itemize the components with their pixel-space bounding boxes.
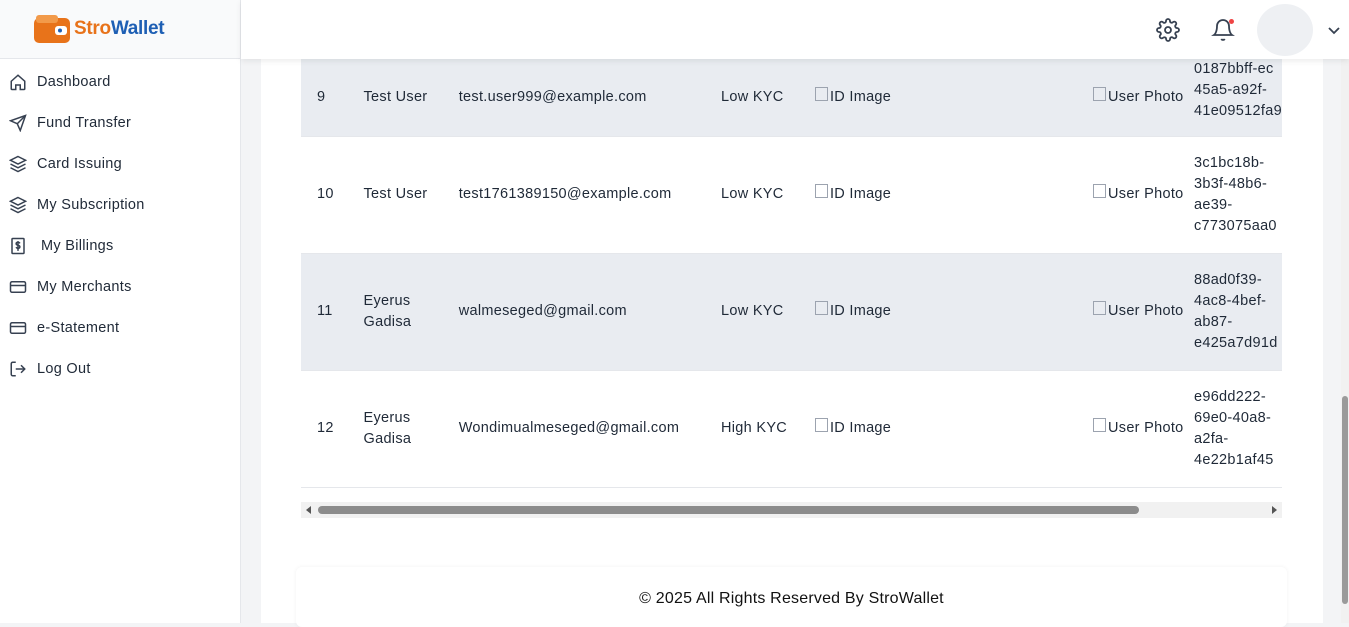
bell-icon[interactable] (1211, 18, 1235, 42)
cell-user-photo: User Photo (1093, 136, 1194, 253)
sidebar-item-label: e-Statement (37, 319, 120, 336)
sidebar-item-my-billings[interactable]: My Billings (0, 225, 240, 266)
cell-user-photo: User Photo (1093, 370, 1194, 487)
card-icon (8, 318, 28, 338)
sidebar-item-label: Log Out (37, 360, 91, 377)
horizontal-scrollbar[interactable] (301, 502, 1282, 518)
footer: © 2025 All Rights Reserved By StroWallet (296, 567, 1287, 627)
scrollbar-thumb[interactable] (318, 506, 1139, 514)
avatar[interactable] (1257, 3, 1313, 56)
cell-kyc: Low KYC (721, 88, 784, 105)
cell-kyc: Low KYC (721, 303, 784, 319)
card-icon (8, 277, 28, 297)
id-image-alt: ID Image (829, 186, 892, 202)
chevron-down-icon[interactable] (1327, 18, 1341, 42)
sidebar-item-log-out[interactable]: Log Out (0, 348, 240, 389)
cell-name: Eyerus Gadisa (363, 409, 412, 447)
broken-image-icon (1093, 301, 1108, 315)
send-icon (8, 113, 28, 133)
sidebar-item-label: Card Issuing (37, 155, 122, 172)
users-table-container[interactable]: 9 Test User test.user999@example.com Low… (301, 59, 1282, 499)
cell-uuid: 0187bbff-ec 45a5-a92f- 41e09512fa9 (1193, 61, 1282, 119)
cell-id-image: ID Image (814, 370, 1093, 487)
sidebar-item-label: Dashboard (37, 73, 111, 90)
sidebar: StroWallet Dashboard Fund Transfer Card … (0, 0, 241, 623)
gear-icon[interactable] (1156, 17, 1180, 42)
sidebar-item-my-subscription[interactable]: My Subscription (0, 184, 240, 225)
cell-id-image: ID Image (814, 59, 1093, 136)
cell-id-image: ID Image (814, 136, 1093, 253)
sidebar-item-my-merchants[interactable]: My Merchants (0, 266, 240, 307)
cell-kyc: High KYC (721, 420, 788, 436)
id-image-alt: ID Image (829, 303, 892, 319)
dollar-icon (8, 236, 28, 256)
sidebar-item-label: My Merchants (37, 278, 132, 295)
table-row: 12 Eyerus Gadisa Wondimualmeseged@gmail.… (301, 370, 1282, 487)
footer-text: © 2025 All Rights Reserved By StroWallet (639, 590, 944, 607)
cell-uuid: e96dd222- 69e0-40a8- a2fa- 4e22b1af45 (1193, 388, 1274, 468)
wallet-logo-icon (33, 14, 71, 44)
cell-kyc: Low KYC (721, 186, 784, 202)
sidebar-item-fund-transfer[interactable]: Fund Transfer (0, 102, 240, 143)
sidebar-item-dashboard[interactable]: Dashboard (0, 61, 240, 102)
table-row: 9 Test User test.user999@example.com Low… (301, 59, 1282, 136)
broken-image-icon (814, 301, 830, 315)
broken-image-icon (1093, 86, 1108, 101)
sidebar-item-label: My Subscription (37, 196, 145, 213)
sidebar-item-card-issuing[interactable]: Card Issuing (0, 143, 240, 184)
sidebar-item-label: My Billings (41, 237, 114, 254)
cell-id-image: ID Image (814, 253, 1093, 370)
users-table: 9 Test User test.user999@example.com Low… (301, 59, 1282, 488)
logo[interactable]: StroWallet (0, 0, 240, 59)
scroll-right-icon[interactable] (1272, 506, 1277, 514)
table-row: 11 Eyerus Gadisa walmeseged@gmail.com Lo… (301, 253, 1282, 370)
brand-name-part2: Wallet (110, 18, 165, 39)
scroll-left-icon[interactable] (306, 506, 311, 514)
broken-image-icon (814, 86, 830, 101)
sidebar-item-e-statement[interactable]: e-Statement (0, 307, 240, 348)
cell-id: 11 (317, 303, 333, 319)
broken-image-icon (814, 418, 830, 432)
cell-email: walmeseged@gmail.com (458, 303, 627, 319)
top-bar (241, 0, 1349, 59)
cell-uuid: 3c1bc18b- 3b3f-48b6- ae39- c773075aa0 (1193, 154, 1277, 234)
id-image-alt: ID Image (829, 88, 892, 105)
vertical-scrollbar[interactable] (1341, 59, 1349, 623)
cell-user-photo: User Photo (1093, 59, 1194, 136)
cell-user-photo: User Photo (1093, 253, 1194, 370)
users-table-card: 9 Test User test.user999@example.com Low… (261, 59, 1323, 623)
cell-name: Test User (363, 88, 428, 105)
cell-uuid: 88ad0f39- 4ac8-4bef- ab87- e425a7d91d (1193, 271, 1278, 351)
user-photo-alt: User Photo (1108, 88, 1184, 105)
sidebar-item-label: Fund Transfer (37, 114, 132, 131)
layers-icon (8, 154, 28, 174)
layers-icon (8, 195, 28, 215)
table-row: 10 Test User test1761389150@example.com … (301, 136, 1282, 253)
cell-name: Test User (363, 186, 428, 202)
user-photo-alt: User Photo (1108, 303, 1184, 319)
brand-name-part1: Stro (74, 18, 111, 39)
cell-name: Eyerus Gadisa (363, 292, 412, 330)
cell-id: 12 (317, 420, 334, 436)
cell-email: test1761389150@example.com (458, 186, 672, 202)
cell-email: test.user999@example.com (458, 88, 647, 105)
user-photo-alt: User Photo (1108, 420, 1184, 436)
broken-image-icon (1093, 418, 1108, 432)
sidebar-nav: Dashboard Fund Transfer Card Issuing My … (0, 61, 240, 389)
top-bar-actions (1156, 0, 1349, 59)
broken-image-icon (1093, 184, 1108, 198)
id-image-alt: ID Image (829, 420, 892, 436)
user-photo-alt: User Photo (1108, 186, 1184, 202)
broken-image-icon (814, 184, 830, 198)
cell-id: 9 (317, 88, 326, 105)
scrollbar-thumb[interactable] (1342, 396, 1348, 604)
cell-email: Wondimualmeseged@gmail.com (458, 420, 680, 436)
logout-icon (8, 359, 28, 379)
cell-id: 10 (317, 186, 334, 202)
main-content: 9 Test User test.user999@example.com Low… (241, 59, 1341, 627)
brand-name: StroWallet (74, 18, 165, 40)
home-icon (8, 72, 28, 92)
notification-dot (1229, 18, 1234, 24)
